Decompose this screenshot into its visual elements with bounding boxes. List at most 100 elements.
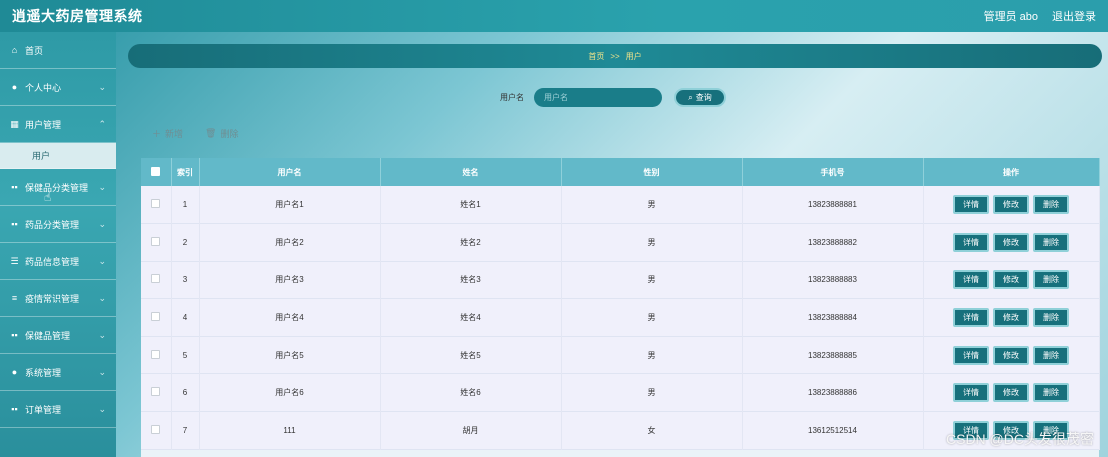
app-title: 逍遥大药房管理系统 xyxy=(12,8,143,24)
user-icon: ● xyxy=(11,82,18,92)
sidebar-item-drug-info[interactable]: ☰ 药品信息管理 ⌄ xyxy=(0,243,116,280)
row-checkbox[interactable] xyxy=(151,424,161,434)
row-name: 姓名4 xyxy=(380,298,562,337)
sidebar-item-epidemic-knowledge[interactable]: ≡ 疫情常识管理 ⌄ xyxy=(0,280,116,317)
sidebar-item-system[interactable]: ● 系统管理 ⌄ xyxy=(0,354,116,391)
sidebar-subitem-user[interactable]: 用户 xyxy=(0,143,116,169)
sliders-icon: ☰ xyxy=(10,255,19,266)
sidebar-item-label: 系统管理 xyxy=(25,367,62,378)
search-button[interactable]: ⌕ 查询 xyxy=(674,88,726,107)
grid-icon: ▪▪ xyxy=(11,330,18,340)
search-input[interactable] xyxy=(534,88,662,107)
select-all-cell[interactable] xyxy=(141,158,172,186)
detail-button[interactable]: 详情 xyxy=(953,232,989,252)
edit-button[interactable]: 修改 xyxy=(993,232,1029,252)
row-gender: 男 xyxy=(561,186,743,224)
table-row: 6 用户名6 姓名6 男 13823888886 详情 修改 删除 xyxy=(141,373,1100,412)
row-checkbox[interactable] xyxy=(151,312,161,322)
breadcrumb-home[interactable]: 首页 xyxy=(588,51,604,62)
row-index: 6 xyxy=(171,373,200,412)
edit-button[interactable]: 修改 xyxy=(993,270,1029,290)
row-checkbox[interactable] xyxy=(151,387,161,397)
sidebar-item-user-management[interactable]: ▦ 用户管理 ⌃ xyxy=(0,106,116,143)
detail-button[interactable]: 详情 xyxy=(953,195,989,215)
row-select-cell[interactable] xyxy=(141,186,172,224)
row-gender: 男 xyxy=(561,373,743,412)
detail-button[interactable]: 详情 xyxy=(953,345,989,365)
row-index: 2 xyxy=(171,223,200,262)
row-select-cell[interactable] xyxy=(141,411,172,450)
row-actions: 详情 修改 删除 xyxy=(923,261,1100,299)
actions-row: ＋ 新增 🗑 删除 xyxy=(152,127,238,140)
grid-icon: ▪▪ xyxy=(11,219,18,229)
row-select-cell[interactable] xyxy=(141,298,172,337)
sidebar-item-label: 个人中心 xyxy=(25,82,62,93)
row-username: 用户名4 xyxy=(199,298,381,337)
table-icon: ▦ xyxy=(10,118,19,129)
row-select-cell[interactable] xyxy=(141,261,172,299)
select-all-checkbox[interactable] xyxy=(151,166,161,176)
table-header-row: 索引 用户名 姓名 性别 手机号 操作 xyxy=(141,158,1100,186)
sidebar-item-health-products[interactable]: ▪▪ 保健品管理 ⌄ xyxy=(0,317,116,354)
delete-button[interactable]: 删除 xyxy=(1033,345,1069,365)
delete-button[interactable]: 删除 xyxy=(1033,195,1069,215)
logout-link[interactable]: 退出登录 xyxy=(1052,8,1096,24)
bulk-delete-button[interactable]: 🗑 删除 xyxy=(205,127,238,140)
edit-button[interactable]: 修改 xyxy=(993,383,1029,403)
delete-button[interactable]: 删除 xyxy=(1033,308,1069,328)
delete-button[interactable]: 删除 xyxy=(1033,383,1069,403)
row-username: 用户名1 xyxy=(199,186,381,224)
row-gender: 男 xyxy=(561,298,743,337)
row-phone: 13823888883 xyxy=(742,261,924,299)
table-row: 1 用户名1 姓名1 男 13823888881 详情 修改 删除 xyxy=(141,186,1100,224)
watermark: CSDN @DC头发很茂密 xyxy=(946,431,1094,447)
row-select-cell[interactable] xyxy=(141,223,172,262)
row-checkbox[interactable] xyxy=(151,274,161,284)
row-select-cell[interactable] xyxy=(141,336,172,374)
add-button[interactable]: ＋ 新增 xyxy=(152,127,183,140)
row-checkbox[interactable] xyxy=(151,349,161,359)
sidebar-item-health-category[interactable]: ▪▪ 保健品分类管理 ⌄ xyxy=(0,169,116,206)
table-row: 3 用户名3 姓名3 男 13823888883 详情 修改 删除 xyxy=(141,261,1100,299)
chevron-down-icon: ⌄ xyxy=(98,367,106,377)
row-name: 姓名3 xyxy=(380,261,562,299)
row-actions: 详情 修改 删除 xyxy=(923,223,1100,262)
search-row: 用户名 ⌕ 查询 xyxy=(500,88,726,107)
detail-button[interactable]: 详情 xyxy=(953,383,989,403)
list-icon: ≡ xyxy=(11,293,18,303)
edit-button[interactable]: 修改 xyxy=(993,345,1029,365)
trash-icon: 🗑 xyxy=(205,128,217,138)
sidebar: ⌂ 首页 ● 个人中心 ⌄ ▦ 用户管理 ⌃ 用户 ▪▪ 保健品分类管理 ⌄ ▪… xyxy=(0,32,116,457)
grid-icon: ▪▪ xyxy=(11,182,18,192)
column-header: 姓名 xyxy=(380,158,562,186)
admin-label[interactable]: 管理员 abo xyxy=(984,8,1038,24)
row-phone: 13823888886 xyxy=(742,373,924,412)
column-header: 操作 xyxy=(923,158,1100,186)
sidebar-item-personal-center[interactable]: ● 个人中心 ⌄ xyxy=(0,69,116,106)
row-actions: 详情 修改 删除 xyxy=(923,336,1100,374)
edit-button[interactable]: 修改 xyxy=(993,308,1029,328)
detail-button[interactable]: 详情 xyxy=(953,270,989,290)
search-icon: ⌕ xyxy=(688,92,693,102)
row-select-cell[interactable] xyxy=(141,373,172,412)
row-gender: 女 xyxy=(561,411,743,450)
edit-button[interactable]: 修改 xyxy=(993,195,1029,215)
breadcrumb: 首页 >> 用户 xyxy=(128,44,1102,68)
delete-button[interactable]: 删除 xyxy=(1033,232,1069,252)
grid-icon: ▪▪ xyxy=(11,404,18,414)
delete-button[interactable]: 删除 xyxy=(1033,270,1069,290)
plus-icon: ＋ xyxy=(152,129,162,139)
row-name: 姓名5 xyxy=(380,336,562,374)
sidebar-item-orders[interactable]: ▪▪ 订单管理 ⌄ xyxy=(0,391,116,428)
search-label: 用户名 xyxy=(500,93,524,102)
sidebar-item-label: 药品分类管理 xyxy=(25,219,80,230)
row-checkbox[interactable] xyxy=(151,236,161,246)
add-button-label: 新增 xyxy=(165,129,184,139)
row-index: 5 xyxy=(171,336,200,374)
row-checkbox[interactable] xyxy=(151,199,161,209)
user-table: 索引 用户名 姓名 性别 手机号 操作 1 用户名1 姓名1 男 13823888881… xyxy=(141,158,1100,450)
detail-button[interactable]: 详情 xyxy=(953,308,989,328)
sidebar-item-home[interactable]: ⌂ 首页 xyxy=(0,32,116,69)
sidebar-item-drug-category[interactable]: ▪▪ 药品分类管理 ⌄ xyxy=(0,206,116,243)
row-username: 用户名3 xyxy=(199,261,381,299)
